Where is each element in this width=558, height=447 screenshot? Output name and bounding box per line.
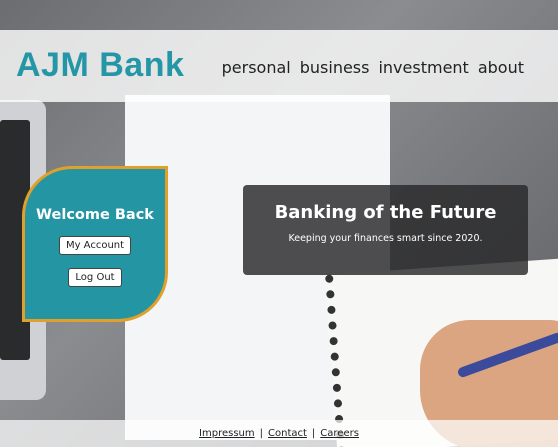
hero-banner: Banking of the Future Keeping your finan… bbox=[243, 185, 528, 275]
welcome-title: Welcome Back bbox=[36, 207, 154, 223]
footer-link-careers[interactable]: Careers bbox=[320, 428, 359, 439]
nav-personal[interactable]: personal bbox=[222, 58, 291, 77]
main-nav: personal business investment about bbox=[222, 58, 524, 77]
nav-about[interactable]: about bbox=[478, 58, 524, 77]
hero-subtitle: Keeping your finances smart since 2020. bbox=[288, 233, 483, 244]
nav-investment[interactable]: investment bbox=[378, 58, 468, 77]
footer-link-impressum[interactable]: Impressum bbox=[199, 428, 255, 439]
footer-link-contact[interactable]: Contact bbox=[268, 428, 307, 439]
footer: Impressum | Contact | Careers bbox=[0, 420, 558, 447]
footer-separator: | bbox=[311, 428, 316, 439]
nav-business[interactable]: business bbox=[300, 58, 370, 77]
footer-separator: | bbox=[259, 428, 264, 439]
header: AJM Bank personal business investment ab… bbox=[0, 30, 558, 102]
my-account-button[interactable]: My Account bbox=[58, 236, 132, 255]
hero-title: Banking of the Future bbox=[274, 202, 497, 223]
logout-button[interactable]: Log Out bbox=[68, 268, 122, 287]
welcome-panel: Welcome Back My Account Log Out bbox=[22, 166, 168, 322]
brand-logo[interactable]: AJM Bank bbox=[16, 46, 184, 85]
